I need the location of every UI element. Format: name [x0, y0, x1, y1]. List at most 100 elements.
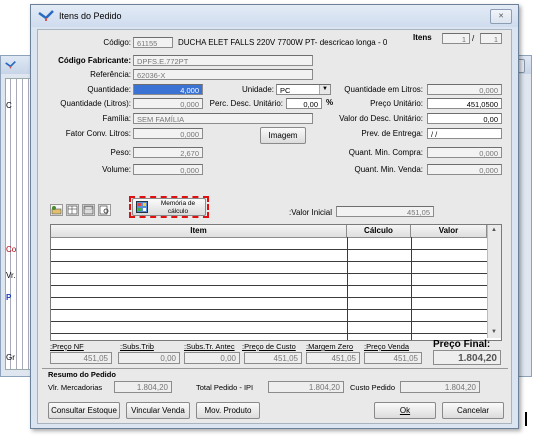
preco-unitario-label: Preço Unitário: — [370, 99, 423, 108]
prev-entrega-label: Prev. de Entrega: — [361, 129, 423, 138]
background-label: Co — [6, 245, 17, 254]
preco-final-value: 1.804,20 — [433, 350, 501, 365]
preco-venda-label: :Preço Venda — [364, 342, 410, 351]
ok-button[interactable]: Ok — [374, 402, 436, 419]
app-icon — [5, 60, 16, 69]
margem-zero-value: 451,05 — [306, 352, 360, 364]
vincular-venda-button[interactable]: Vincular Venda — [126, 402, 190, 419]
codigo-field[interactable]: 61155 — [133, 37, 173, 48]
fator-field[interactable]: 0,000 — [133, 128, 203, 139]
grid-col-item[interactable]: Item — [51, 225, 347, 237]
valor-inicial-field: 451,05 — [336, 206, 434, 217]
grid-col-valor[interactable]: Valor — [411, 225, 487, 237]
margem-zero-label: :Margem Zero — [306, 342, 354, 351]
codigo-fabricante-field[interactable]: DPFS.E.772PT — [133, 55, 313, 66]
quant-min-venda-label: Quant. Min. Venda: — [354, 165, 424, 174]
grid-header: Item Cálculo Valor — [51, 225, 487, 238]
peso-label: Peso: — [110, 148, 131, 157]
familia-label: Família: — [102, 114, 131, 123]
codigo-fabricante-label: Código Fabricante: — [58, 56, 131, 65]
valor-desc-label: Valor do Desc. Unitário: — [339, 114, 423, 123]
subs-tr-antec-label: :Subs.Tr. Antec — [184, 342, 235, 351]
peso-field[interactable]: 2,670 — [133, 147, 203, 158]
add-item-icon[interactable] — [50, 204, 63, 216]
codigo-label: Código: — [103, 38, 131, 47]
background-label: Vr. — [6, 271, 16, 280]
memoria-label-line1: Memória de — [160, 200, 196, 207]
text-cursor — [525, 412, 527, 426]
preco-venda-value: 451,05 — [364, 352, 422, 364]
preco-custo-label: :Preço de Custo — [242, 342, 296, 351]
unidade-label: Unidade: — [241, 85, 274, 94]
perc-desc-field[interactable]: 0,00 — [286, 98, 322, 109]
percent-sign: % — [326, 98, 334, 107]
qtd-litros-r-label: Quantidade em Litros: — [344, 85, 423, 94]
scroll-up-icon[interactable]: ▲ — [488, 226, 500, 235]
background-label: P — [6, 293, 12, 302]
preco-custo-value: 451,05 — [244, 352, 302, 364]
itens-do-pedido-dialog: Itens do Pedido ✕ Código: 61155 DUCHA EL… — [30, 4, 519, 429]
memoria-calculo-icon — [136, 201, 148, 213]
qtd-litros-label: Quantidade (Litros): — [60, 99, 131, 108]
preco-unitario-field[interactable]: 451,0500 — [427, 98, 502, 109]
memoria-grid[interactable]: Item Cálculo Valor ▲ ▼ — [50, 224, 502, 341]
quantidade-label: Quantidade: — [87, 85, 131, 94]
preco-final-label: Preço Final: — [433, 339, 491, 350]
item-total-field: 1 — [480, 33, 502, 44]
qtd-litros-r-field[interactable]: 0,000 — [427, 84, 502, 95]
perc-desc-label: Perc. Desc. Unitário: — [209, 99, 283, 108]
mov-produto-button[interactable]: Mov. Produto — [196, 402, 260, 419]
memoria-label-line2: cálculo — [167, 208, 189, 215]
fator-label: Fator Conv. Litros: — [65, 129, 131, 138]
item-separator: / — [472, 34, 475, 43]
referencia-field[interactable]: 62036-X — [133, 69, 313, 80]
calculator-icon[interactable] — [82, 204, 95, 216]
total-pedido-label: Total Pedido - IPI — [196, 383, 254, 392]
dialog-title: Itens do Pedido — [59, 11, 122, 21]
preco-nf-label: :Preço NF — [50, 342, 84, 351]
custo-pedido-label: Custo Pedido — [350, 383, 396, 392]
resumo-title: Resumo do Pedido — [48, 370, 116, 379]
volume-label: Volume: — [102, 165, 131, 174]
unidade-value: PC — [280, 86, 291, 95]
vr-mercadorias-value: 1.804,20 — [114, 381, 172, 393]
quantidade-field[interactable]: 4,000 — [133, 84, 203, 95]
dialog-title-bar: Itens do Pedido ✕ — [31, 5, 518, 27]
subs-trib-value: 0,00 — [118, 352, 180, 364]
custo-pedido-value: 1.804,20 — [400, 381, 480, 393]
qtd-litros-field[interactable]: 0,000 — [133, 98, 203, 109]
valor-inicial-label: :Valor Inicial — [289, 208, 332, 217]
scroll-down-icon[interactable]: ▼ — [488, 328, 500, 337]
grid-icon[interactable] — [66, 204, 79, 216]
background-label: C — [6, 101, 12, 110]
grid-col-calculo[interactable]: Cálculo — [347, 225, 411, 237]
unidade-select[interactable]: PC ▼ — [276, 84, 331, 95]
referencia-label: Referência: — [90, 70, 131, 79]
descricao-text: DUCHA ELET FALLS 220V 7700W PT- descrica… — [178, 38, 388, 47]
familia-field[interactable]: SEM FAMÍLIA — [133, 113, 313, 124]
memoria-calculo-button[interactable]: Memória de cálculo — [132, 198, 206, 216]
dialog-client-area: Código: 61155 DUCHA ELET FALLS 220V 7700… — [37, 29, 512, 424]
item-index-field: 1 — [442, 33, 470, 44]
consultar-estoque-button[interactable]: Consultar Estoque — [48, 402, 120, 419]
preco-nf-value: 451,05 — [50, 352, 112, 364]
imagem-button[interactable]: Imagem — [260, 127, 306, 144]
vr-mercadorias-label: Vlr. Mercadorias — [48, 383, 103, 392]
quant-min-compra-field[interactable]: 0,000 — [427, 147, 502, 158]
subs-tr-antec-value: 0,00 — [184, 352, 240, 364]
total-pedido-value: 1.804,20 — [268, 381, 344, 393]
quant-min-compra-label: Quant. Min. Compra: — [348, 148, 423, 157]
preview-icon[interactable] — [98, 204, 111, 216]
chevron-down-icon: ▼ — [319, 85, 330, 94]
valor-desc-field[interactable]: 0,00 — [427, 113, 502, 124]
prev-entrega-field[interactable]: / / — [427, 128, 502, 139]
itens-label: Itens — [413, 33, 432, 42]
app-icon — [38, 10, 54, 21]
volume-field[interactable]: 0,000 — [133, 164, 203, 175]
close-button[interactable]: ✕ — [490, 9, 512, 24]
subs-trib-label: :Subs.Trib — [120, 342, 154, 351]
cancelar-button[interactable]: Cancelar — [442, 402, 504, 419]
grid-scrollbar[interactable]: ▲ ▼ — [487, 225, 501, 338]
background-label: Gr — [6, 353, 15, 362]
quant-min-venda-field[interactable]: 0,000 — [427, 164, 502, 175]
